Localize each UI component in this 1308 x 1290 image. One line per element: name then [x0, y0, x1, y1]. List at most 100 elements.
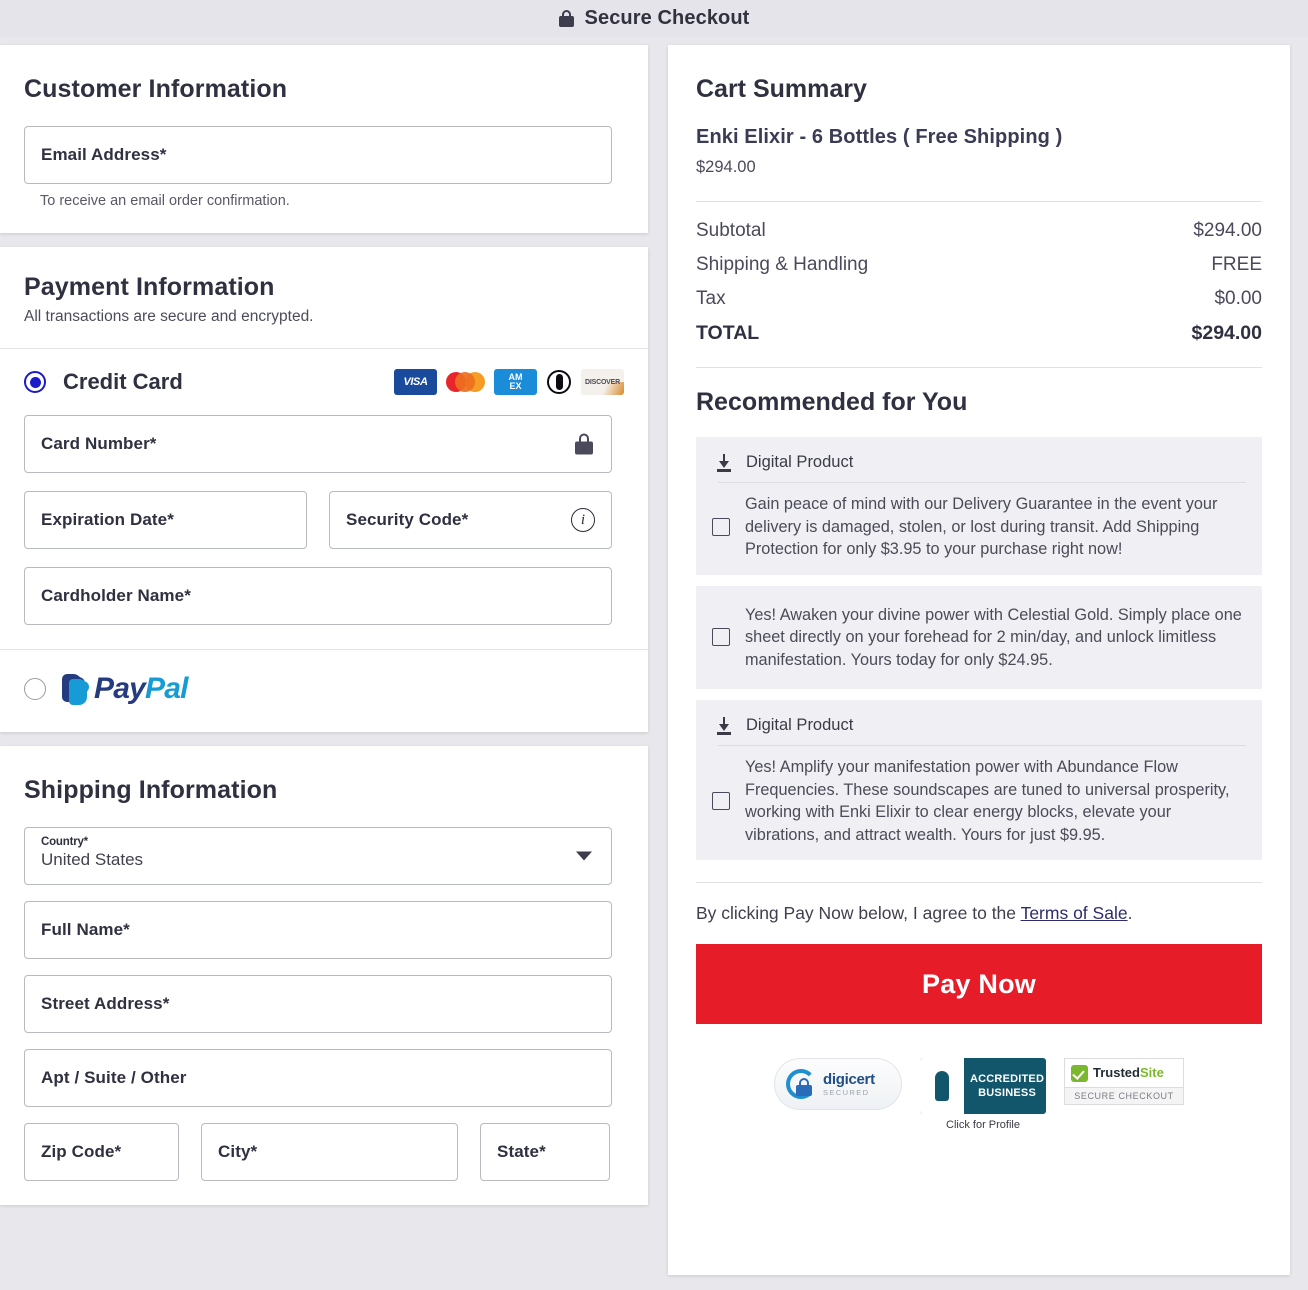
bbb-line2: BUSINESS — [978, 1087, 1036, 1099]
divider — [696, 367, 1262, 368]
tax-label: Tax — [696, 288, 726, 309]
offer-header: Digital Product — [712, 449, 1246, 482]
state-field[interactable]: State* — [480, 1123, 610, 1181]
customer-information-title: Customer Information — [24, 75, 288, 103]
offer-text: Yes! Awaken your divine power with Celes… — [745, 605, 1242, 669]
paypal-option-row[interactable]: PayPal — [0, 650, 648, 732]
subtotal-label: Subtotal — [696, 220, 766, 241]
bbb-badge[interactable]: ACCREDITED BUSINESS Click for Profile — [920, 1058, 1046, 1131]
terms-suffix: . — [1127, 903, 1133, 923]
city-placeholder: City* — [218, 1142, 258, 1161]
digicert-sub: SECURED — [823, 1088, 870, 1097]
bbb-click-for-profile[interactable]: Click for Profile — [920, 1119, 1046, 1131]
check-icon — [1071, 1064, 1088, 1082]
shipping-row: Shipping & Handling FREE — [696, 254, 1262, 276]
paypal-logo: PayPal — [62, 672, 188, 706]
offer-checkbox[interactable] — [712, 517, 730, 536]
full-name-placeholder: Full Name* — [41, 920, 130, 939]
zip-code-field[interactable]: Zip Code* — [24, 1123, 179, 1181]
payment-information-title: Payment Information — [24, 273, 275, 301]
cardholder-name-placeholder: Cardholder Name* — [41, 586, 191, 605]
pay-now-button[interactable]: Pay Now — [696, 944, 1262, 1024]
offer-item[interactable]: Yes! Awaken your divine power with Celes… — [696, 585, 1262, 689]
divider — [718, 745, 1246, 746]
trusted-sub: SECURE CHECKOUT — [1064, 1088, 1184, 1105]
street-address-placeholder: Street Address* — [41, 994, 170, 1013]
offer-checkbox[interactable] — [712, 792, 730, 810]
lock-icon — [575, 433, 593, 455]
left-column: Customer Information Email Address* To r… — [0, 45, 648, 1219]
divider — [696, 882, 1262, 883]
total-row: TOTAL $294.00 — [696, 322, 1262, 345]
paypal-mark-icon — [62, 673, 89, 705]
digicert-name: digicert — [823, 1071, 875, 1088]
country-label: Country* — [41, 836, 88, 848]
card-number-placeholder: Card Number* — [41, 434, 157, 453]
info-icon[interactable]: i — [571, 508, 595, 532]
payment-information-card: Payment Information All transactions are… — [0, 247, 648, 732]
download-icon — [716, 453, 732, 472]
credit-card-option-row[interactable]: Credit Card VISA AM EX DISCOVER — [24, 369, 624, 395]
recommended-title: Recommended for You — [696, 388, 968, 416]
divider — [696, 201, 1262, 202]
discover-icon: DISCOVER — [581, 369, 624, 395]
tax-row: Tax $0.00 — [696, 288, 1262, 310]
total-label: TOTAL — [696, 322, 760, 344]
secure-checkout-bar: Secure Checkout — [0, 0, 1308, 37]
street-address-field[interactable]: Street Address* — [24, 975, 612, 1033]
email-field[interactable]: Email Address* — [24, 126, 612, 184]
card-brand-icons: VISA AM EX DISCOVER — [394, 369, 624, 395]
shipping-information-title: Shipping Information — [24, 776, 278, 804]
chevron-down-icon[interactable] — [576, 851, 592, 861]
expiration-date-field[interactable]: Expiration Date* — [24, 491, 307, 549]
trusted-label-b: Site — [1139, 1065, 1164, 1080]
terms-prefix: By clicking Pay Now below, I agree to th… — [696, 903, 1021, 923]
order-summary-panel: Cart Summary Enki Elixir - 6 Bottles ( F… — [668, 45, 1290, 1275]
full-name-field[interactable]: Full Name* — [24, 901, 612, 959]
email-placeholder: Email Address* — [41, 145, 167, 164]
lock-icon — [558, 10, 574, 27]
city-field[interactable]: City* — [201, 1123, 458, 1181]
country-value: United States — [41, 850, 144, 869]
offer-header-label: Digital Product — [746, 716, 854, 734]
offer-header: Digital Product — [712, 712, 1246, 745]
trustedsite-badge[interactable]: TrustedSite SECURE CHECKOUT — [1064, 1058, 1184, 1105]
shipping-value: FREE — [1211, 254, 1262, 275]
total-value: $294.00 — [1191, 322, 1263, 344]
digicert-ring-icon — [786, 1069, 816, 1099]
offer-item[interactable]: Digital Product Gain peace of mind with … — [696, 437, 1262, 575]
paypal-label-pay: Pay — [94, 672, 146, 705]
credit-card-label: Credit Card — [63, 369, 183, 394]
offer-header-label: Digital Product — [746, 453, 854, 471]
amex-icon: AM EX — [494, 369, 537, 395]
bbb-torch-icon — [920, 1058, 964, 1114]
card-number-field[interactable]: Card Number* — [24, 415, 612, 473]
divider — [718, 482, 1246, 483]
terms-of-sale-link[interactable]: Terms of Sale — [1021, 903, 1128, 923]
credit-card-radio[interactable] — [24, 371, 46, 393]
paypal-radio[interactable] — [24, 678, 46, 700]
terms-agreement: By clicking Pay Now below, I agree to th… — [696, 903, 1262, 924]
country-select[interactable]: Country* United States — [24, 827, 612, 885]
digicert-badge[interactable]: digicert SECURED — [774, 1058, 902, 1110]
subtotal-row: Subtotal $294.00 — [696, 220, 1262, 242]
offer-item[interactable]: Digital Product Yes! Amplify your manife… — [696, 700, 1262, 860]
state-placeholder: State* — [497, 1142, 546, 1161]
apt-suite-field[interactable]: Apt / Suite / Other — [24, 1049, 612, 1107]
cart-item-price: $294.00 — [696, 158, 756, 176]
offer-checkbox[interactable] — [712, 628, 730, 647]
cardholder-name-field[interactable]: Cardholder Name* — [24, 567, 612, 625]
subtotal-value: $294.00 — [1193, 220, 1262, 241]
bbb-line1: ACCREDITED — [970, 1073, 1045, 1085]
expiration-date-placeholder: Expiration Date* — [41, 510, 174, 529]
paypal-label-pal: Pal — [144, 672, 188, 705]
tax-value: $0.00 — [1214, 288, 1262, 309]
shipping-information-card: Shipping Information Country* United Sta… — [0, 746, 648, 1205]
security-code-field[interactable]: Security Code* i — [329, 491, 612, 549]
cart-summary-title: Cart Summary — [696, 75, 867, 103]
checkout-page: Secure Checkout Customer Information Ema… — [0, 0, 1308, 1290]
trust-badges: digicert SECURED ACCREDITED BUSINESS Cli… — [696, 1058, 1262, 1131]
download-icon — [716, 716, 732, 735]
email-helper-text: To receive an email order confirmation. — [40, 193, 290, 209]
apt-suite-placeholder: Apt / Suite / Other — [41, 1068, 187, 1087]
